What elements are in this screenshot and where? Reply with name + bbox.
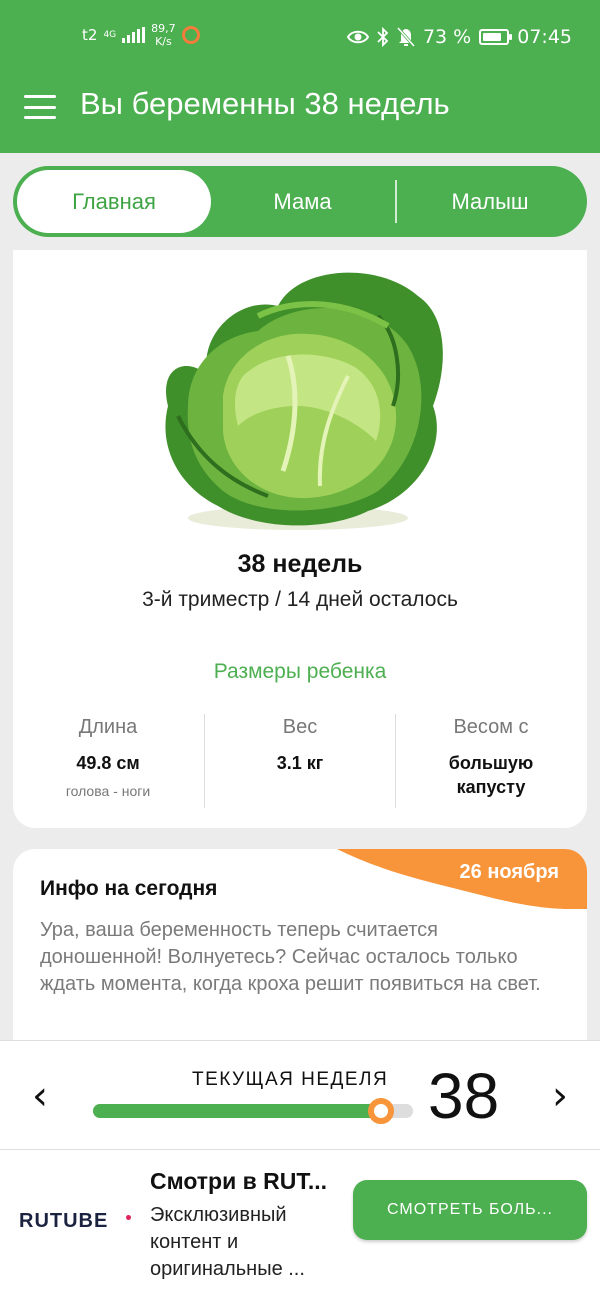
tab-bar: Главная Мама Малыш — [13, 166, 587, 237]
clock: 07:45 — [517, 26, 572, 48]
weight-value: 3.1 кг — [276, 753, 324, 773]
compare-column: Весом с большую капусту — [396, 716, 586, 799]
info-date: 26 ноября — [459, 861, 559, 883]
rutube-logo: RUTUBE — [19, 1210, 109, 1232]
notification-ring-icon — [181, 26, 200, 44]
ad-banner[interactable]: RUTUBE Смотри в RUT... Эксклюзивный конт… — [0, 1150, 600, 1299]
current-week-number: 38 — [428, 1060, 500, 1132]
status-right: 73 % 07:45 — [346, 26, 572, 48]
compare-label: Весом с — [453, 716, 529, 738]
weight-label: Вес — [282, 716, 318, 738]
net-speed-unit: K/s — [155, 35, 172, 48]
info-text: Ура, ваша беременность теперь считается … — [40, 919, 541, 995]
compare-value: большую капусту — [448, 753, 534, 797]
length-value: 49.8 см — [76, 753, 140, 773]
status-left: t2 4G 89,7 K/s — [82, 22, 200, 48]
chevron-left-icon[interactable]: ‹ — [32, 1071, 48, 1121]
trimester-info: 3-й триместр / 14 дней осталось — [142, 588, 458, 611]
tab-mom[interactable]: Мама — [211, 166, 394, 237]
ad-text: Эксклюзивный контент и оригинальные ... — [150, 1204, 305, 1280]
week-overview-card: 38 недель 3-й триместр / 14 дней осталос… — [13, 250, 587, 828]
net-speed-value: 89,7 — [151, 22, 176, 35]
info-title: Инфо на сегодня — [40, 877, 218, 900]
battery-percent: 73 % — [422, 26, 472, 48]
rutube-logo-dot — [126, 1215, 131, 1220]
net-speed: 89,7 K/s — [151, 22, 176, 48]
baby-sizes-link[interactable]: Размеры ребенка — [13, 660, 587, 684]
week-progress-fill — [93, 1104, 381, 1118]
length-note: голова - ноги — [65, 783, 151, 799]
bell-muted-icon — [396, 27, 415, 47]
daily-info-card[interactable]: 26 ноября Инфо на сегодня Ура, ваша бере… — [13, 849, 587, 1049]
week-selector: ‹ ТЕКУЩАЯ НЕДЕЛЯ 38 › — [0, 1040, 600, 1150]
week-slider-handle[interactable] — [368, 1098, 394, 1124]
eye-icon — [346, 30, 369, 44]
current-week-label: ТЕКУЩАЯ НЕДЕЛЯ — [192, 1069, 389, 1090]
status-bar: t2 4G 89,7 K/s 73 % 07:45 — [0, 0, 600, 76]
week-progress-track[interactable] — [93, 1098, 413, 1124]
chevron-right-icon[interactable]: › — [552, 1071, 568, 1121]
hamburger-menu-icon[interactable] — [24, 95, 56, 119]
app-header: t2 4G 89,7 K/s 73 % 07:45 Вы беременны 3… — [0, 0, 600, 153]
weeks-heading: 38 недель — [237, 550, 363, 578]
page-title: Вы беременны 38 недель — [80, 86, 450, 121]
tab-main[interactable]: Главная — [17, 170, 211, 233]
ad-title: Смотри в RUT... — [150, 1168, 328, 1194]
ad-watch-more-button[interactable]: СМОТРЕТЬ БОЛЬ... — [353, 1180, 587, 1240]
length-column: Длина 49.8 см голова - ноги — [13, 716, 203, 799]
weight-column: Вес 3.1 кг — [205, 716, 395, 775]
carrier-label: t2 — [82, 26, 98, 44]
bluetooth-icon — [377, 27, 389, 47]
length-label: Длина — [78, 716, 138, 738]
signal-icon — [122, 27, 146, 43]
tab-baby[interactable]: Малыш — [397, 166, 583, 237]
network-label: 4G — [103, 30, 117, 40]
battery-icon — [479, 29, 513, 45]
cabbage-image — [165, 272, 443, 530]
